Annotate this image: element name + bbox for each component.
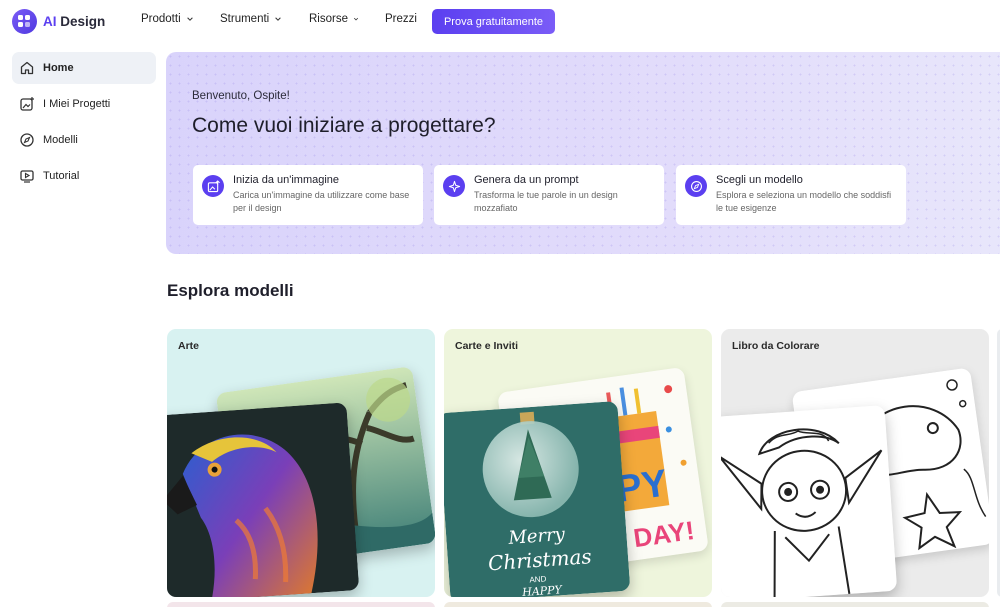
chevron-down-icon: [275, 17, 281, 21]
chevron-down-icon: [353, 17, 359, 21]
christmas-card-text: Merry: [507, 524, 567, 549]
top-header: AI Design Prodotti Strumenti Risorse Pre…: [0, 0, 1000, 44]
template-card-art[interactable]: Arte: [167, 329, 435, 597]
option-generate-from-prompt[interactable]: Genera da un prompt Trasforma le tue par…: [434, 165, 664, 225]
greeting-text: Benvenuto, Ospite!: [192, 90, 290, 102]
section-title-explore-templates: Esplora modelli: [167, 281, 294, 300]
next-row-card[interactable]: [167, 602, 435, 607]
christmas-card-image: Merry Christmas AND HAPPY: [444, 400, 631, 597]
try-free-button[interactable]: Prova gratuitamente: [432, 9, 555, 34]
sidebar-item-home[interactable]: Home: [12, 52, 156, 84]
card-label: Arte: [178, 340, 200, 352]
nav-label: Prodotti: [141, 13, 181, 25]
nav-item-risorse[interactable]: Risorse: [309, 13, 359, 25]
christmas-card-text: HAPPY: [521, 583, 564, 597]
compass-icon: [685, 175, 707, 197]
sidebar-item-templates[interactable]: Modelli: [12, 124, 156, 156]
compass-icon: [20, 133, 34, 147]
option-description: Trasforma le tue parole in un design moz…: [474, 190, 618, 213]
sidebar-item-tutorial[interactable]: Tutorial: [12, 160, 156, 192]
nav-item-prezzi[interactable]: Prezzi: [385, 13, 417, 25]
card-label: Carte e Inviti: [455, 340, 519, 352]
home-icon: [20, 61, 34, 75]
art-front-image: [167, 402, 360, 597]
sidebar-item-label: Modelli: [43, 134, 78, 146]
sidebar-item-label: I Miei Progetti: [43, 98, 111, 110]
option-title: Inizia da un'immagine: [233, 174, 340, 186]
main-nav: Prodotti Strumenti Risorse Prezzi: [141, 13, 417, 25]
sidebar-item-label: Tutorial: [43, 170, 80, 182]
next-row-card[interactable]: [721, 602, 989, 607]
template-card-coloring-book[interactable]: Libro da Colorare: [721, 329, 989, 597]
option-description: Carica un'immagine da utilizzare come ba…: [233, 190, 410, 213]
nav-item-strumenti[interactable]: Strumenti: [220, 13, 284, 25]
image-upload-icon: [202, 175, 224, 197]
sidebar-item-projects[interactable]: I Miei Progetti: [12, 88, 156, 120]
option-description: Esplora e seleziona un modello che soddi…: [716, 190, 892, 213]
card-label: Libro da Colorare: [732, 340, 820, 352]
sparkle-icon: [443, 175, 465, 197]
option-title: Genera da un prompt: [474, 174, 579, 186]
option-choose-template[interactable]: Scegli un modello Esplora e seleziona un…: [676, 165, 906, 225]
welcome-hero: Benvenuto, Ospite! Come vuoi iniziare a …: [166, 52, 1000, 254]
brand-name: AI Design: [43, 14, 106, 29]
image-plus-icon: [20, 97, 34, 111]
christmas-card-text: AND: [529, 574, 547, 584]
option-start-from-image[interactable]: Inizia da un'immagine Carica un'immagine…: [193, 165, 423, 225]
brand-logo[interactable]: AI Design: [12, 9, 105, 34]
nav-item-prodotti[interactable]: Prodotti: [141, 13, 195, 25]
chevron-down-icon: [186, 17, 193, 21]
option-title: Scegli un modello: [716, 174, 803, 186]
sidebar-item-label: Home: [43, 62, 74, 74]
sidebar: Home I Miei Progetti Modelli Tutorial: [12, 52, 156, 196]
coloring-elf-image: [721, 405, 898, 597]
next-row-card[interactable]: [444, 602, 712, 607]
hero-title: Come vuoi iniziare a progettare?: [192, 114, 496, 137]
nav-label: Risorse: [309, 13, 348, 25]
nav-label: Prezzi: [385, 13, 417, 25]
template-card-cards-invitations[interactable]: Carte e Inviti PY DAY! Merry Christmas A…: [444, 329, 712, 597]
logo-icon: [12, 9, 37, 34]
play-icon: [20, 170, 34, 183]
nav-label: Strumenti: [220, 13, 270, 25]
